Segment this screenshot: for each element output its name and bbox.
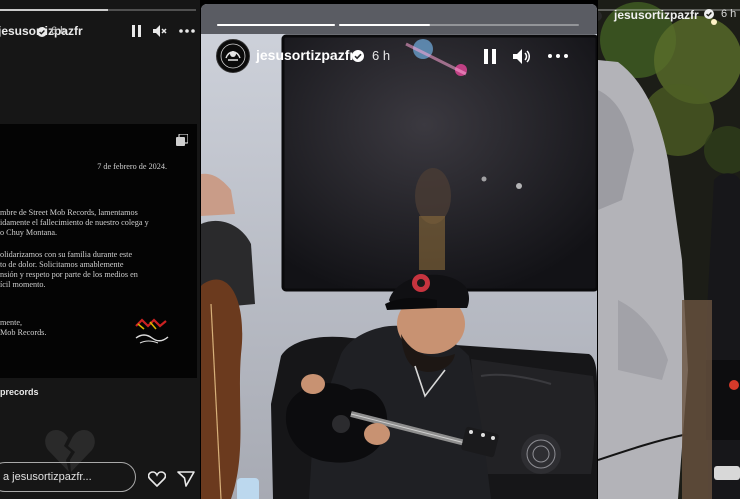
- statement-line: ícil momento.: [0, 280, 46, 289]
- story-progress-bar: [0, 9, 196, 11]
- pause-icon[interactable]: [481, 46, 499, 66]
- more-options-icon[interactable]: [178, 23, 196, 39]
- statement-line: idamente el fallecimiento de nuestro col…: [0, 218, 149, 227]
- statement-line: mbre de Street Mob Records, lamentamos: [0, 208, 138, 217]
- reply-placeholder: a jesusortizpazfr...: [3, 471, 92, 483]
- statement-line: mente,: [0, 318, 23, 327]
- statement-line: olidarizamos con su familia durante este: [0, 250, 133, 259]
- statement-line: Mob Records.: [0, 328, 47, 337]
- right-story-panel[interactable]: jesusortizpazfr 6 h: [598, 0, 740, 499]
- post-time: 6 h: [372, 48, 391, 63]
- like-heart-icon[interactable]: [147, 469, 167, 489]
- username[interactable]: jesusortizpazfr: [614, 8, 699, 22]
- center-story-panel[interactable]: jesusortizpazfr 6 h: [201, 4, 597, 499]
- verified-badge-icon: [352, 50, 364, 62]
- verified-badge-icon: [37, 27, 47, 37]
- mention-sticker[interactable]: precords: [0, 387, 39, 397]
- statement-date: 7 de febrero de 2024.: [97, 162, 167, 171]
- pause-icon[interactable]: [130, 23, 144, 39]
- post-time: 6 h: [721, 8, 737, 20]
- statement-line: to de dolor. Solicitamos amablemente: [0, 260, 124, 269]
- avatar[interactable]: [216, 39, 250, 73]
- story-progress-segment: [217, 24, 335, 26]
- street-mob-records-logo: [135, 318, 169, 344]
- story-video-frame: [201, 4, 597, 499]
- avatar-edge: [598, 11, 602, 21]
- statement-document: 7 de febrero de 2024. mbre de Street Mob…: [0, 124, 197, 378]
- mute-icon[interactable]: [152, 23, 168, 39]
- story-video-frame: [598, 0, 740, 499]
- story-progress-segment-current: [339, 24, 579, 26]
- statement-line: o Chuy Montana.: [0, 228, 58, 237]
- verified-badge-icon: [704, 9, 714, 19]
- username[interactable]: jesusortizpazfr: [256, 47, 355, 63]
- post-time: 6 h: [51, 25, 67, 37]
- volume-icon[interactable]: [512, 46, 532, 66]
- statement-line: nsión y respeto por parte de los medios …: [0, 270, 138, 279]
- reply-input[interactable]: a jesusortizpazfr...: [0, 462, 136, 492]
- more-options-icon[interactable]: [545, 48, 571, 64]
- left-story-panel[interactable]: jesusortizpazfr 6 h 7 de febrero de 2024…: [0, 0, 200, 499]
- share-send-icon[interactable]: [176, 469, 196, 489]
- carousel-icon: [176, 134, 188, 146]
